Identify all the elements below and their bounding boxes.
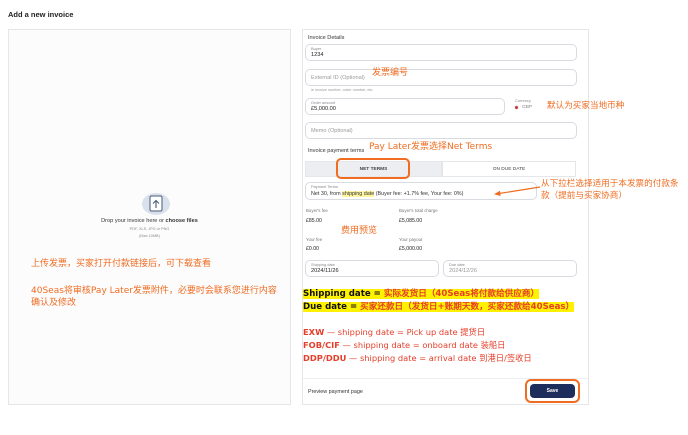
buyers-fee-label: Buyer's fee bbox=[306, 208, 328, 213]
tab-on-due-date[interactable]: ON DUE DATE bbox=[442, 161, 576, 177]
memo-placeholder: Memo (Optional) bbox=[311, 127, 353, 134]
ddp-value: — shipping date = arrival date 到港日/签收日 bbox=[346, 353, 532, 363]
shipping-date-explain: Shipping date = 实际发货日（40Seas将付款给供应商） bbox=[303, 289, 540, 300]
annotation-net-terms: Pay Later发票选择Net Terms bbox=[369, 142, 493, 152]
external-id-input[interactable]: External ID (Optional) bbox=[305, 69, 577, 86]
incoterm-exw: EXW — shipping date = Pick up date 提货日 bbox=[303, 327, 485, 338]
order-amount-label: Order amount bbox=[311, 100, 336, 105]
payment-terms-value: Net 30, from shipping date (Buyer fee: +… bbox=[311, 191, 463, 197]
currency-value: GBP bbox=[522, 105, 533, 110]
due-date-value: 2024/12/26 bbox=[449, 268, 477, 274]
annotation-currency: 默认为买家当地币种 bbox=[547, 101, 625, 111]
payment-terms-suffix: (Buyer fee: +1.7% fee, Your fee: 0%) bbox=[374, 191, 464, 197]
external-id-placeholder: External ID (Optional) bbox=[311, 74, 365, 81]
fob-value: — shipping date = onboard date 装船日 bbox=[339, 340, 506, 350]
due-date-explain: Due date = 买家还款日（发货日+账期天数，买家还款给40Seas） bbox=[303, 302, 575, 313]
due-date-key: Due date = bbox=[303, 302, 361, 312]
due-date-label: Due date bbox=[449, 262, 465, 267]
order-amount-field[interactable]: Order amount £5,000.00 bbox=[305, 98, 505, 115]
upload-drop-text: Drop your invoice here or bbox=[101, 218, 166, 224]
due-date-field: Due date 2024/12/26 bbox=[443, 260, 577, 277]
upload-dropzone[interactable]: Drop your invoice here or choose files P… bbox=[8, 29, 291, 405]
ddp-key: DDP/DDU bbox=[303, 353, 347, 363]
section-payment-terms: Invoice payment terms bbox=[308, 148, 365, 154]
shipping-date-key: Shipping date = bbox=[303, 289, 384, 299]
memo-input[interactable]: Memo (Optional) bbox=[305, 122, 577, 139]
buyer-value: 1234 bbox=[311, 52, 324, 58]
incoterm-fob: FOB/CIF — shipping date = onboard date 装… bbox=[303, 340, 505, 351]
your-fee-value: £0.00 bbox=[306, 246, 319, 252]
currency-label: Currency bbox=[515, 98, 531, 103]
exw-value: — shipping date = Pick up date 提货日 bbox=[324, 327, 486, 337]
payment-terms-prefix: Net 30, from bbox=[311, 191, 343, 197]
due-date-meaning: 买家还款日（发货日+账期天数，买家还款给40Seas） bbox=[360, 302, 575, 312]
your-payout-label: Your payout bbox=[399, 237, 423, 242]
buyer-label: Buyer bbox=[311, 46, 322, 51]
section-invoice-details: Invoice Details bbox=[308, 35, 345, 41]
shipping-date-value: 2024/11/26 bbox=[311, 268, 339, 274]
upload-file-icon bbox=[142, 193, 170, 215]
fob-key: FOB/CIF bbox=[303, 340, 340, 350]
annotation-upload-1: 上传发票，买家打开付款链接后，可下载查看 bbox=[31, 259, 212, 269]
external-id-helper: ie invoice number, order number, etc. bbox=[311, 88, 374, 92]
shipping-date-field[interactable]: Shipping date 2024/11/26 bbox=[305, 260, 439, 277]
payment-terms-label: Payment Terms bbox=[311, 184, 338, 189]
currency-select[interactable]: Currency GBP bbox=[510, 97, 550, 115]
upload-max-size: (Max 10MB) bbox=[139, 234, 160, 238]
annotation-fees: 费用预览 bbox=[341, 226, 378, 236]
save-button[interactable]: Save bbox=[530, 384, 575, 398]
arrow-icon bbox=[494, 186, 541, 196]
choose-files-link[interactable]: choose files bbox=[166, 218, 198, 224]
order-amount-value: £5,000.00 bbox=[311, 106, 336, 112]
upload-file-types: PDF, XLS, JPG or PNG bbox=[129, 227, 170, 231]
annotation-upload-2: 40Seas将审核Pay Later发票附件，必要时会联系您进行内容确认及修改 bbox=[31, 286, 277, 308]
buyers-fee-value: £85.00 bbox=[306, 218, 322, 224]
buyers-total-value: £5,085.00 bbox=[399, 218, 423, 224]
shipping-date-meaning: 实际发货日（40Seas将付款给供应商） bbox=[383, 289, 540, 299]
exw-key: EXW bbox=[303, 327, 325, 337]
your-fee-label: Your fee bbox=[306, 237, 323, 242]
net-terms-highlight-box bbox=[336, 158, 410, 179]
annotation-dropdown: 从下拉栏选择适用于本发票的付款条款（提前与买家协商） bbox=[541, 179, 679, 201]
your-payout-value: £5,000.00 bbox=[399, 246, 423, 252]
uk-flag-icon bbox=[514, 105, 519, 110]
buyers-total-label: Buyer's total charge bbox=[399, 208, 438, 213]
incoterm-ddp: DDP/DDU — shipping date = arrival date 到… bbox=[303, 353, 532, 364]
payment-terms-highlight: shipping date bbox=[342, 191, 375, 197]
preview-payment-link[interactable]: Preview payment page bbox=[308, 389, 363, 395]
upload-instructions: Drop your invoice here or choose files bbox=[9, 218, 290, 224]
annotation-invoice-number: 发票编号 bbox=[372, 68, 409, 78]
buyer-field[interactable]: Buyer 1234 bbox=[305, 44, 577, 61]
shipping-date-label: Shipping date bbox=[311, 262, 335, 267]
page-title: Add a new invoice bbox=[8, 10, 74, 19]
